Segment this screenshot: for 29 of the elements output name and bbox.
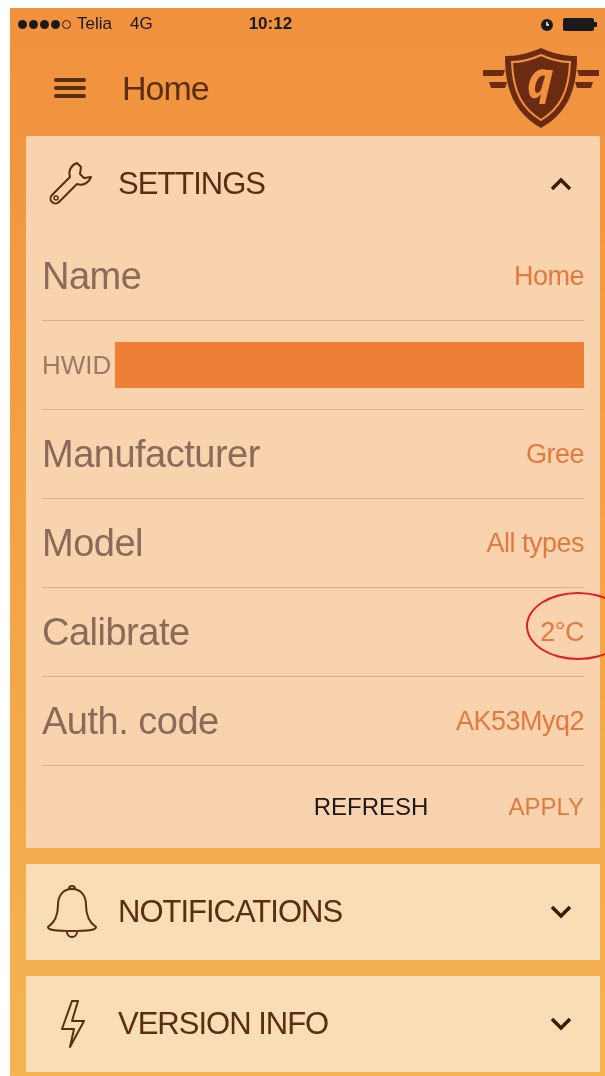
field-value[interactable]: 2°C [540, 616, 584, 647]
section-header[interactable]: SETTINGS [26, 136, 600, 232]
field-value[interactable]: All types [486, 527, 584, 558]
field-label: Manufacturer [42, 431, 260, 477]
shield-logo-icon [483, 46, 599, 130]
action-button[interactable]: REFRESH [313, 789, 429, 825]
action-button[interactable]: APPLY [508, 789, 584, 825]
field-label: Auth. code [42, 698, 219, 744]
battery-icon [563, 16, 597, 32]
chevron-down-icon [550, 905, 572, 919]
field-value[interactable]: Gree [525, 438, 584, 469]
field-value[interactable]: Home [513, 260, 584, 291]
chevron-down-icon [550, 1017, 572, 1031]
network-type: 4G [129, 13, 153, 36]
bell-icon [46, 883, 98, 941]
field-value[interactable]: AK53Myq2 [455, 705, 584, 736]
field-label: Calibrate [42, 609, 190, 655]
carrier-name: Telia [77, 13, 112, 36]
section-header[interactable]: NOTIFICATIONS [26, 864, 600, 960]
page-title: Home [122, 67, 209, 109]
alarm-clock-icon [539, 16, 555, 32]
menu-button[interactable] [54, 76, 86, 100]
chevron-up-icon [550, 177, 572, 191]
field-label: Model [42, 520, 143, 566]
field-label: HWID [42, 348, 112, 382]
field-label: Name [42, 253, 142, 299]
lightning-bolt-icon [58, 999, 86, 1049]
section-header[interactable]: VERSION INFO [26, 976, 600, 1072]
clock-time: 10:12 [248, 13, 293, 36]
